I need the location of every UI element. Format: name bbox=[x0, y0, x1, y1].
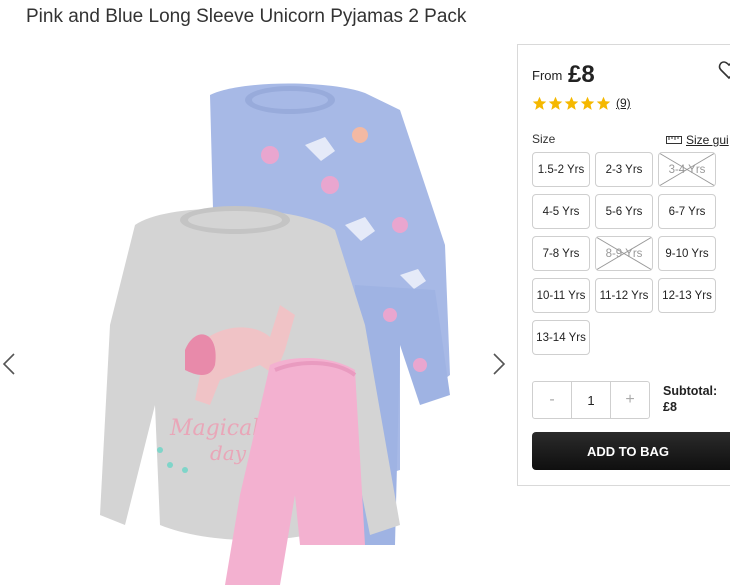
subtotal-label: Subtotal: bbox=[663, 384, 718, 398]
chevron-right-icon bbox=[493, 353, 506, 375]
svg-text:day: day bbox=[210, 441, 247, 465]
size-option-label: 10-11 Yrs bbox=[536, 289, 586, 302]
svg-text:Magical: Magical bbox=[169, 416, 259, 441]
out-of-stock-cross-icon bbox=[659, 153, 715, 186]
heart-icon bbox=[718, 61, 730, 80]
size-option[interactable]: 10-11 Yrs bbox=[532, 278, 590, 313]
star-icon bbox=[532, 96, 547, 110]
rating-stars bbox=[532, 96, 612, 111]
gallery-prev-button[interactable] bbox=[0, 351, 18, 377]
size-option[interactable]: 7-8 Yrs bbox=[532, 236, 590, 271]
size-label: Size bbox=[532, 132, 556, 146]
size-option[interactable]: 3-4 Yrs bbox=[658, 152, 716, 187]
quantity-stepper: - 1 + bbox=[532, 381, 650, 419]
size-option-label: 13-14 Yrs bbox=[536, 331, 586, 344]
size-option-label: 2-3 Yrs bbox=[605, 163, 643, 176]
size-option-label: 12-13 Yrs bbox=[662, 289, 712, 302]
size-option[interactable]: 2-3 Yrs bbox=[595, 152, 653, 187]
gallery-next-button[interactable] bbox=[490, 351, 508, 377]
size-option-label: 6-7 Yrs bbox=[668, 205, 706, 218]
from-label: From bbox=[532, 68, 563, 83]
reviews-link[interactable]: (9) bbox=[616, 96, 631, 110]
subtotal-value: £8 bbox=[663, 400, 677, 414]
star-icon bbox=[564, 96, 579, 110]
product-title: Pink and Blue Long Sleeve Unicorn Pyjama… bbox=[26, 6, 467, 27]
size-option[interactable]: 1.5-2 Yrs bbox=[532, 152, 590, 187]
star-icon bbox=[596, 96, 611, 110]
wishlist-button[interactable] bbox=[718, 59, 730, 81]
chevron-left-icon bbox=[2, 353, 15, 375]
quantity-input[interactable]: 1 bbox=[571, 382, 611, 418]
size-option-label: 4-5 Yrs bbox=[542, 205, 580, 218]
size-option-label: 9-10 Yrs bbox=[665, 247, 709, 260]
ruler-icon bbox=[666, 136, 682, 144]
quantity-decrease-button[interactable]: - bbox=[533, 382, 571, 418]
size-option-label: 5-6 Yrs bbox=[605, 205, 643, 218]
subtotal: Subtotal: £8 bbox=[663, 383, 717, 415]
size-guide-link[interactable]: Size gui bbox=[666, 133, 729, 147]
size-option[interactable]: 12-13 Yrs bbox=[658, 278, 716, 313]
star-icon bbox=[548, 96, 563, 110]
purchase-panel: From £8 (9) Size Size gui 1.5-2 Yrs 2-3 Y… bbox=[517, 44, 730, 486]
size-option-label: 11-12 Yrs bbox=[599, 289, 649, 302]
size-option[interactable]: 11-12 Yrs bbox=[595, 278, 653, 313]
size-option[interactable]: 9-10 Yrs bbox=[658, 236, 716, 271]
star-icon bbox=[580, 96, 595, 110]
size-option-label: 7-8 Yrs bbox=[542, 247, 580, 260]
out-of-stock-cross-icon bbox=[596, 237, 652, 270]
quantity-increase-button[interactable]: + bbox=[611, 382, 649, 418]
add-to-bag-button[interactable]: ADD TO BAG bbox=[532, 432, 730, 470]
size-option-label: 1.5-2 Yrs bbox=[537, 163, 585, 176]
product-gallery: Magical day bbox=[0, 45, 515, 585]
size-option[interactable]: 5-6 Yrs bbox=[595, 194, 653, 229]
size-option[interactable]: 6-7 Yrs bbox=[658, 194, 716, 229]
price-value: £8 bbox=[567, 61, 595, 88]
size-option[interactable]: 8-9 Yrs bbox=[595, 236, 653, 271]
product-image: Magical day bbox=[100, 83, 450, 585]
rating: (9) bbox=[532, 95, 631, 111]
size-option[interactable]: 4-5 Yrs bbox=[532, 194, 590, 229]
price-block: From £8 bbox=[532, 61, 595, 89]
size-guide-label: Size gui bbox=[686, 133, 729, 147]
size-option[interactable]: 13-14 Yrs bbox=[532, 320, 590, 355]
